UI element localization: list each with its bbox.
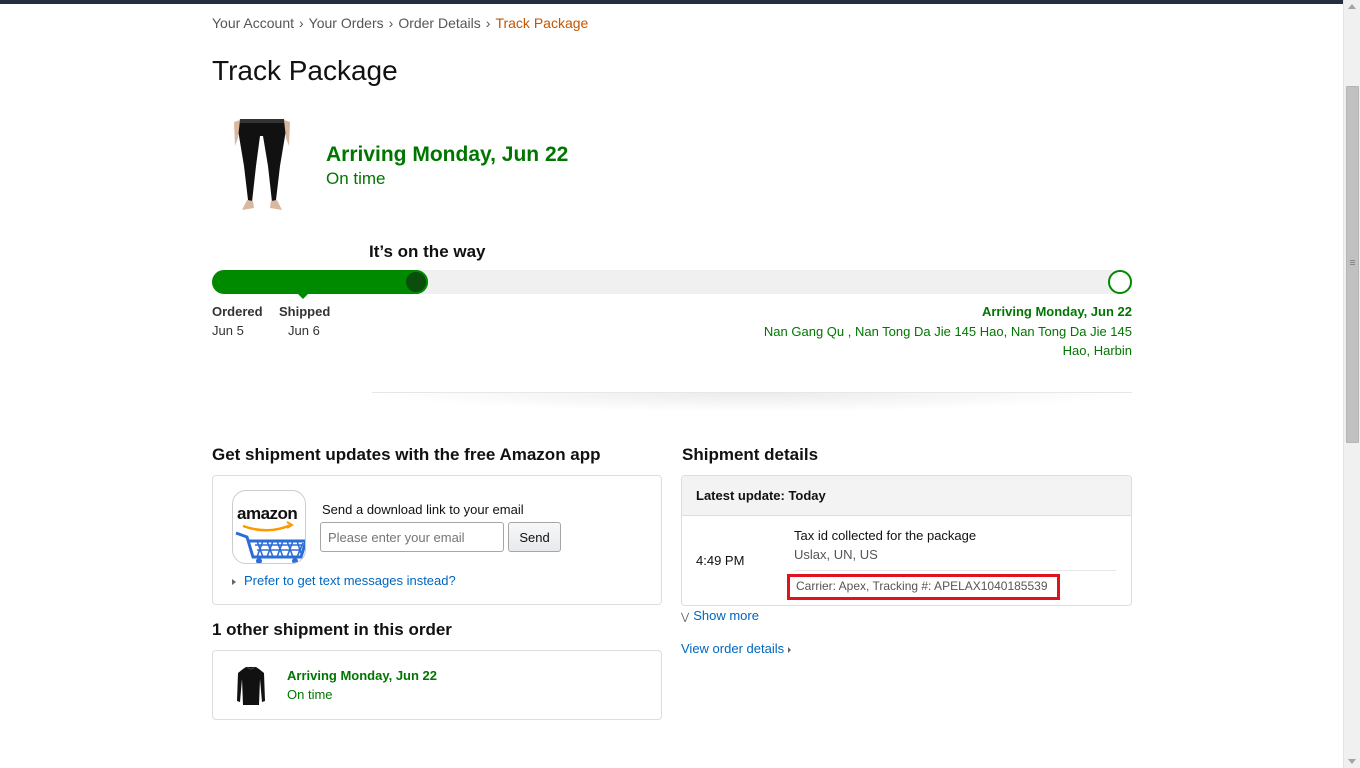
section-divider	[372, 392, 1132, 412]
top-bar	[0, 0, 1343, 4]
destination-arrival: Arriving Monday, Jun 22	[981, 304, 1132, 319]
shipment-details-title: Shipment details	[682, 445, 819, 464]
grip-icon	[1350, 260, 1355, 261]
breadcrumb-separator: ›	[388, 15, 394, 31]
shipped-pointer-icon	[298, 294, 308, 299]
show-more-label[interactable]: Show more	[693, 608, 759, 623]
event-separator	[794, 570, 1116, 571]
arrival-date: Arriving Monday, Jun 22	[326, 143, 569, 166]
breadcrumb-order-details[interactable]: Order Details	[398, 15, 480, 31]
triangle-right-icon	[232, 578, 236, 585]
latest-update-header: Latest update: Today	[682, 476, 1131, 516]
breadcrumb-separator: ›	[485, 15, 491, 31]
progress-end-marker	[1108, 270, 1132, 294]
milestone-ordered-label: Ordered	[212, 304, 263, 319]
progress-current-marker	[404, 270, 428, 294]
triangle-right-icon	[788, 646, 792, 653]
breadcrumb: Your Account › Your Orders › Order Details › T…	[212, 15, 588, 31]
app-section-title: Get shipment updates with the free Amazo…	[212, 445, 601, 464]
breadcrumb-your-account[interactable]: Your Account	[212, 15, 294, 31]
scroll-up-icon[interactable]	[1348, 4, 1356, 9]
email-label: Send a download link to your email	[322, 502, 524, 517]
carrier-tracking-info: Carrier: Apex, Tracking #: APELAX1040185…	[787, 574, 1060, 600]
page-scrollbar[interactable]	[1343, 0, 1360, 768]
product-leggings-image[interactable]	[226, 116, 298, 216]
show-more-link[interactable]: ⋁ Show more	[681, 608, 759, 623]
event-description: Tax id collected for the package	[794, 528, 977, 543]
other-shipment-card[interactable]: Arriving Monday, Jun 22 On time	[212, 650, 662, 720]
shipment-details-box: Latest update: Today 4:49 PM Tax id coll…	[681, 475, 1132, 606]
destination-address: Nan Gang Qu , Nan Tong Da Jie 145 Hao, N…	[763, 324, 1132, 358]
other-shipment-status: On time	[287, 687, 333, 702]
milestone-shipped-date: Jun 6	[288, 323, 320, 338]
cart-icon	[235, 521, 305, 563]
email-input[interactable]	[320, 522, 504, 552]
breadcrumb-your-orders[interactable]: Your Orders	[309, 15, 384, 31]
view-order-label[interactable]: View order details	[681, 641, 784, 656]
send-button[interactable]: Send	[508, 522, 561, 552]
milestone-ordered-date: Jun 5	[212, 323, 244, 338]
text-messages-label[interactable]: Prefer to get text messages instead?	[244, 573, 456, 588]
progress-track	[212, 270, 1132, 294]
arrival-status: On time	[326, 169, 386, 188]
text-messages-link[interactable]: Prefer to get text messages instead?	[232, 573, 456, 588]
progress-fill	[212, 270, 428, 294]
scroll-down-icon[interactable]	[1348, 759, 1356, 764]
amazon-app-icon[interactable]: amazon	[232, 490, 306, 564]
progress-heading: It’s on the way	[369, 242, 486, 261]
other-shipment-arrival[interactable]: Arriving Monday, Jun 22	[287, 668, 437, 683]
other-shipments-title: 1 other shipment in this order	[212, 620, 452, 639]
product-shirt-image[interactable]	[235, 665, 267, 707]
scroll-thumb[interactable]	[1346, 86, 1359, 443]
view-order-details-link[interactable]: View order details	[681, 641, 792, 656]
event-location: Uslax, UN, US	[794, 547, 878, 562]
breadcrumb-separator: ›	[299, 15, 304, 31]
breadcrumb-track-package: Track Package	[495, 15, 589, 31]
page-title: Track Package	[212, 55, 398, 86]
event-time: 4:49 PM	[696, 553, 745, 568]
app-promo-box: amazon Send a download link to your emai…	[212, 475, 662, 605]
double-chevron-down-icon: ⋁	[681, 612, 690, 623]
milestone-shipped-label: Shipped	[279, 304, 331, 319]
